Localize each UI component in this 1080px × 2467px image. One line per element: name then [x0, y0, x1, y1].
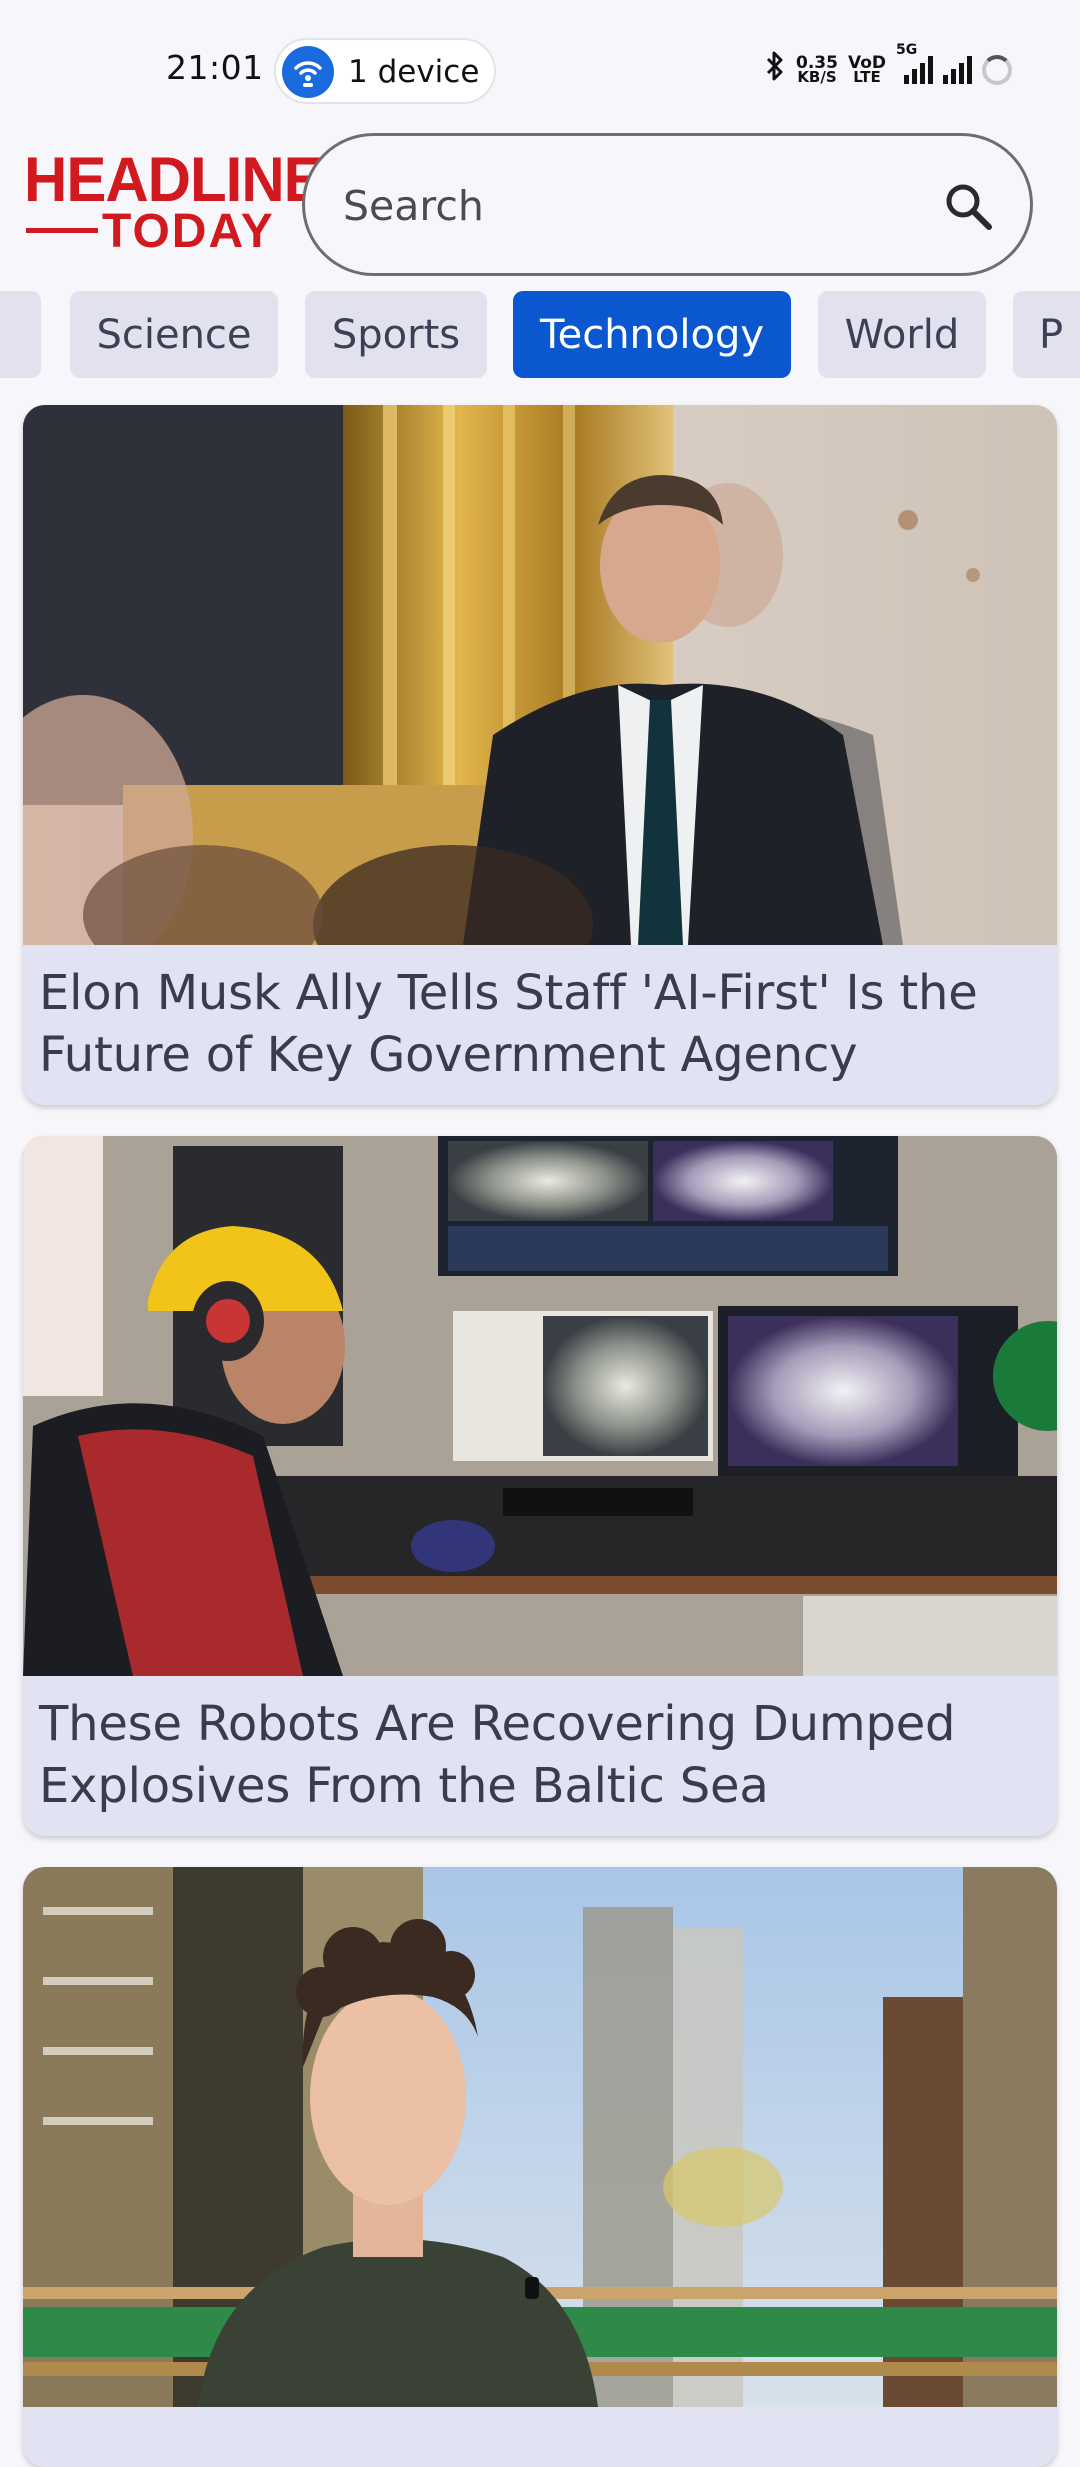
battery-icon [982, 55, 1012, 85]
app-logo[interactable]: HEADLINES TODAY [24, 144, 363, 258]
search-bar[interactable] [302, 133, 1033, 276]
status-icons: 0.35 KB/S VoD LTE 5G [764, 42, 1012, 90]
category-tabs: Science Sports Technology World P [0, 291, 1080, 380]
article-title[interactable]: Elon Musk Ally Tells Staff 'AI-First' Is… [39, 962, 1039, 1086]
article-card[interactable]: Elon Musk Ally Tells Staff 'AI-First' Is… [23, 405, 1057, 1105]
tab-world[interactable]: World [818, 291, 986, 378]
search-icon[interactable] [942, 180, 996, 234]
hotspot-label: 1 device [348, 54, 480, 90]
hotspot-chip[interactable]: 1 device [274, 38, 496, 104]
article-card[interactable]: These Robots Are Recovering Dumped Explo… [23, 1136, 1057, 1836]
clock: 21:01 [166, 48, 264, 87]
volte-indicator: VoD LTE [847, 53, 886, 86]
search-input[interactable] [341, 172, 901, 240]
bluetooth-icon [764, 50, 786, 90]
article-image[interactable] [23, 1867, 1057, 2407]
article-image[interactable] [23, 405, 1057, 945]
tab-next[interactable]: P [1013, 291, 1080, 378]
article-card[interactable] [23, 1867, 1057, 2467]
data-rate-indicator: 0.35 KB/S [796, 53, 838, 86]
status-bar: 21:01 1 device 0.35 KB/S VoD LTE 5G [0, 0, 1080, 135]
logo-today: TODAY [102, 205, 275, 258]
tab-technology[interactable]: Technology [513, 291, 791, 378]
wifi-hotspot-icon [282, 46, 334, 98]
signal-5g-icon: 5G [896, 42, 933, 84]
article-image[interactable] [23, 1136, 1057, 1676]
tab-previous[interactable] [0, 291, 41, 378]
signal-icon [943, 56, 972, 84]
article-title[interactable]: These Robots Are Recovering Dumped Explo… [39, 1693, 1039, 1817]
logo-headlines: HEADLINES [24, 144, 363, 215]
logo-rule [26, 228, 98, 233]
tab-science[interactable]: Science [70, 291, 278, 378]
tab-sports[interactable]: Sports [305, 291, 487, 378]
